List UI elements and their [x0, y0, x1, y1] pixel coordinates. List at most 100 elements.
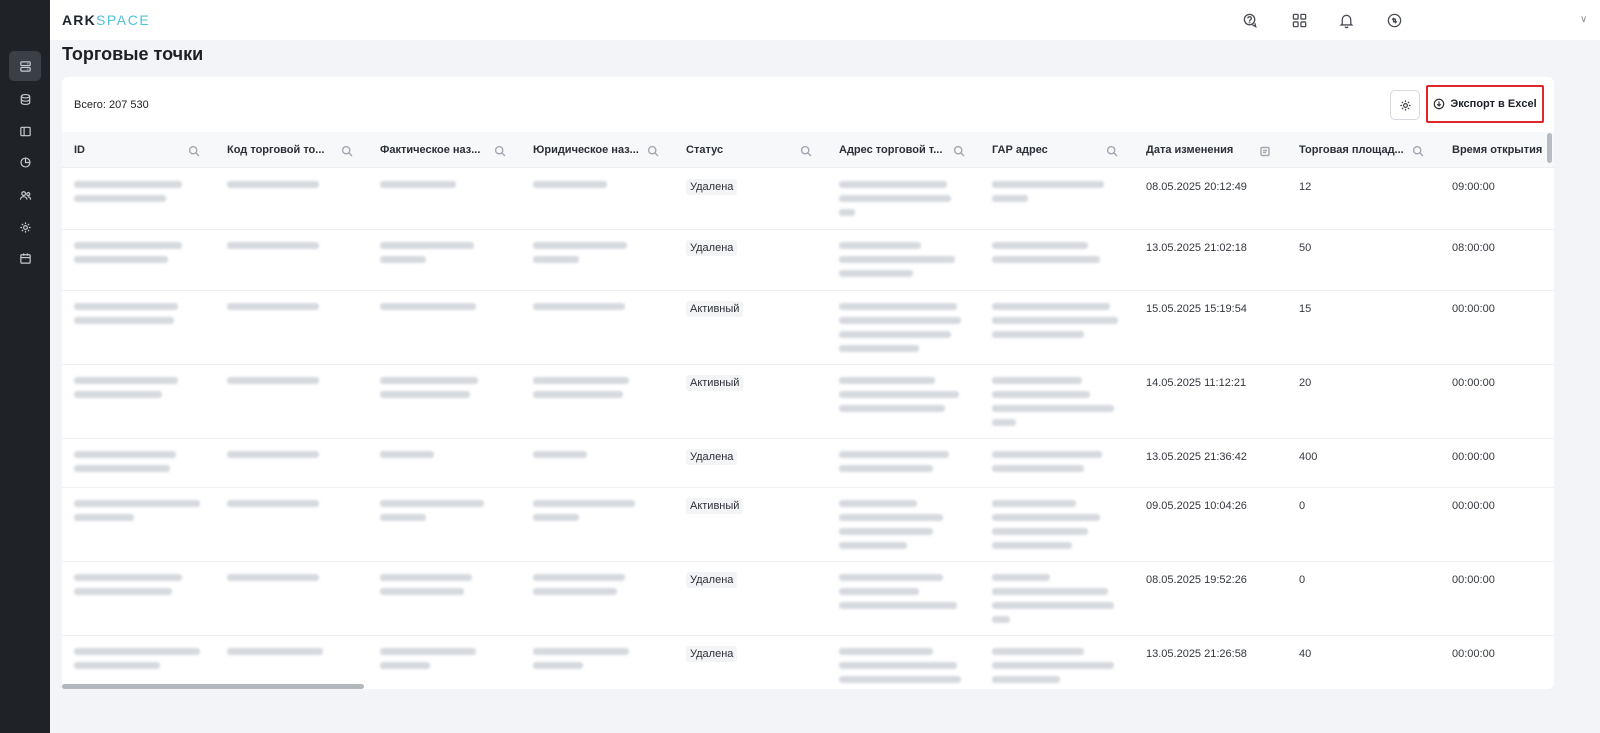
- cell-address-redacted: [839, 242, 955, 284]
- sidebar: [0, 0, 50, 733]
- cell-changed-date: 15.05.2025 15:19:54: [1146, 303, 1247, 315]
- cell-gar-address-redacted: [992, 303, 1118, 345]
- cell-address-redacted: [839, 181, 951, 223]
- table-header: ID Код торговой то... Фактическое наз...…: [62, 132, 1554, 168]
- column-header-changed-date[interactable]: Дата изменения: [1146, 132, 1233, 168]
- sidebar-item-panel[interactable]: [9, 116, 41, 146]
- sidebar-item-settings[interactable]: [9, 212, 41, 242]
- horizontal-scrollbar[interactable]: [62, 684, 364, 689]
- status-badge: Активный: [686, 301, 744, 317]
- column-header-actual-name[interactable]: Фактическое наз...: [380, 132, 480, 168]
- cell-code-redacted: [227, 181, 319, 195]
- sidebar-item-database[interactable]: [9, 84, 41, 114]
- cell-open-time: 00:00:00: [1452, 377, 1495, 389]
- sidebar-item-calendar[interactable]: [9, 243, 41, 273]
- chevron-down-icon[interactable]: ∨: [1580, 14, 1587, 25]
- cell-changed-date: 13.05.2025 21:36:42: [1146, 451, 1247, 463]
- search-icon[interactable]: [647, 144, 659, 157]
- cell-actual-name-redacted: [380, 500, 484, 528]
- cell-trade-area: 400: [1299, 451, 1318, 463]
- search-icon[interactable]: [341, 144, 353, 157]
- column-header-id[interactable]: ID: [74, 132, 85, 168]
- app-logo[interactable]: ARKSPACE: [62, 12, 150, 28]
- search-icon[interactable]: [494, 144, 506, 157]
- cell-address-redacted: [839, 648, 961, 689]
- search-icon[interactable]: [953, 144, 965, 157]
- status-badge: Удалена: [686, 240, 738, 256]
- user-profile[interactable]: [1434, 7, 1544, 25]
- column-header-status[interactable]: Статус: [686, 132, 723, 168]
- sidebar-item-points[interactable]: [9, 51, 41, 81]
- cell-legal-name-redacted: [533, 574, 625, 602]
- bell-icon: [1339, 14, 1353, 28]
- apps-grid-button[interactable]: [1288, 9, 1310, 31]
- cell-actual-name-redacted: [380, 303, 476, 317]
- database-icon: [20, 93, 30, 105]
- column-header-open-time[interactable]: Время открытия: [1452, 132, 1542, 168]
- column-header-legal-name[interactable]: Юридическое наз...: [533, 132, 639, 168]
- cell-open-time: 09:00:00: [1452, 181, 1495, 193]
- calendar-icon[interactable]: [1259, 144, 1271, 157]
- search-icon[interactable]: [1106, 144, 1118, 157]
- table-row[interactable]: Удалена 13.05.2025 21:36:42 400 00:00:00: [62, 439, 1554, 488]
- cell-code-redacted: [227, 242, 319, 256]
- cell-id-redacted: [74, 648, 200, 676]
- cell-code-redacted: [227, 303, 319, 317]
- column-header-code[interactable]: Код торговой то...: [227, 132, 324, 168]
- table-row[interactable]: Активный 14.05.2025 11:12:21 20 00:00:00: [62, 365, 1554, 439]
- status-badge: Активный: [686, 375, 744, 391]
- cell-gar-address-redacted: [992, 574, 1114, 630]
- search-icon[interactable]: [188, 144, 200, 157]
- cell-id-redacted: [74, 377, 178, 405]
- cell-legal-name-redacted: [533, 648, 629, 676]
- search-icon[interactable]: [800, 144, 812, 157]
- cell-trade-area: 12: [1299, 181, 1312, 193]
- cell-legal-name-redacted: [533, 377, 629, 405]
- vertical-scrollbar[interactable]: [1547, 133, 1552, 163]
- cell-changed-date: 09.05.2025 10:04:26: [1146, 500, 1247, 512]
- cell-gar-address-redacted: [992, 242, 1100, 270]
- table-row[interactable]: Удалена 13.05.2025 21:26:58 40 00:00:00: [62, 636, 1554, 689]
- column-header-address[interactable]: Адрес торговой т...: [839, 132, 942, 168]
- table-row[interactable]: Удалена 13.05.2025 21:02:18 50 08:00:00: [62, 230, 1554, 291]
- cell-gar-address-redacted: [992, 377, 1114, 433]
- cell-trade-area: 0: [1299, 574, 1306, 586]
- export-excel-label: Экспорт в Excel: [1450, 98, 1537, 110]
- table-row[interactable]: Активный 09.05.2025 10:04:26 0 00:00:00: [62, 488, 1554, 562]
- cell-address-redacted: [839, 303, 961, 359]
- cell-code-redacted: [227, 500, 319, 514]
- page-title: Торговые точки: [62, 44, 204, 64]
- cell-id-redacted: [74, 242, 182, 270]
- sidebar-item-users[interactable]: [9, 180, 41, 210]
- cell-changed-date: 13.05.2025 21:02:18: [1146, 242, 1247, 254]
- search-icon[interactable]: [1412, 144, 1424, 157]
- column-header-trade-area[interactable]: Торговая площад...: [1299, 132, 1404, 168]
- cell-open-time: 00:00:00: [1452, 500, 1495, 512]
- sync-button[interactable]: [1383, 9, 1405, 31]
- gear-icon: [1399, 99, 1411, 111]
- cell-actual-name-redacted: [380, 377, 478, 405]
- cell-gar-address-redacted: [992, 451, 1102, 479]
- sidebar-panel-icon: [19, 126, 31, 136]
- cell-gar-address-redacted: [992, 181, 1104, 209]
- cell-actual-name-redacted: [380, 181, 456, 195]
- cell-address-redacted: [839, 451, 949, 479]
- table-row[interactable]: Активный 15.05.2025 15:19:54 15 00:00:00: [62, 291, 1554, 365]
- status-badge: Активный: [686, 498, 744, 514]
- column-header-gar-address[interactable]: ГАР адрес: [992, 132, 1048, 168]
- table-row[interactable]: Удалена 08.05.2025 19:52:26 0 00:00:00: [62, 562, 1554, 636]
- notifications-button[interactable]: [1335, 9, 1357, 31]
- export-excel-button[interactable]: Экспорт в Excel: [1426, 85, 1544, 123]
- cell-trade-area: 40: [1299, 648, 1312, 660]
- table-settings-button[interactable]: [1390, 90, 1420, 120]
- gear-icon: [19, 221, 31, 233]
- table-row[interactable]: Удалена 08.05.2025 20:12:49 12 09:00:00: [62, 169, 1554, 230]
- cell-code-redacted: [227, 377, 319, 391]
- support-chat-button[interactable]: [1239, 9, 1261, 31]
- cell-changed-date: 08.05.2025 20:12:49: [1146, 181, 1247, 193]
- cell-gar-address-redacted: [992, 648, 1114, 689]
- sidebar-item-analytics[interactable]: [9, 147, 41, 177]
- cell-code-redacted: [227, 574, 319, 588]
- download-icon: [1434, 98, 1445, 110]
- cell-id-redacted: [74, 181, 184, 209]
